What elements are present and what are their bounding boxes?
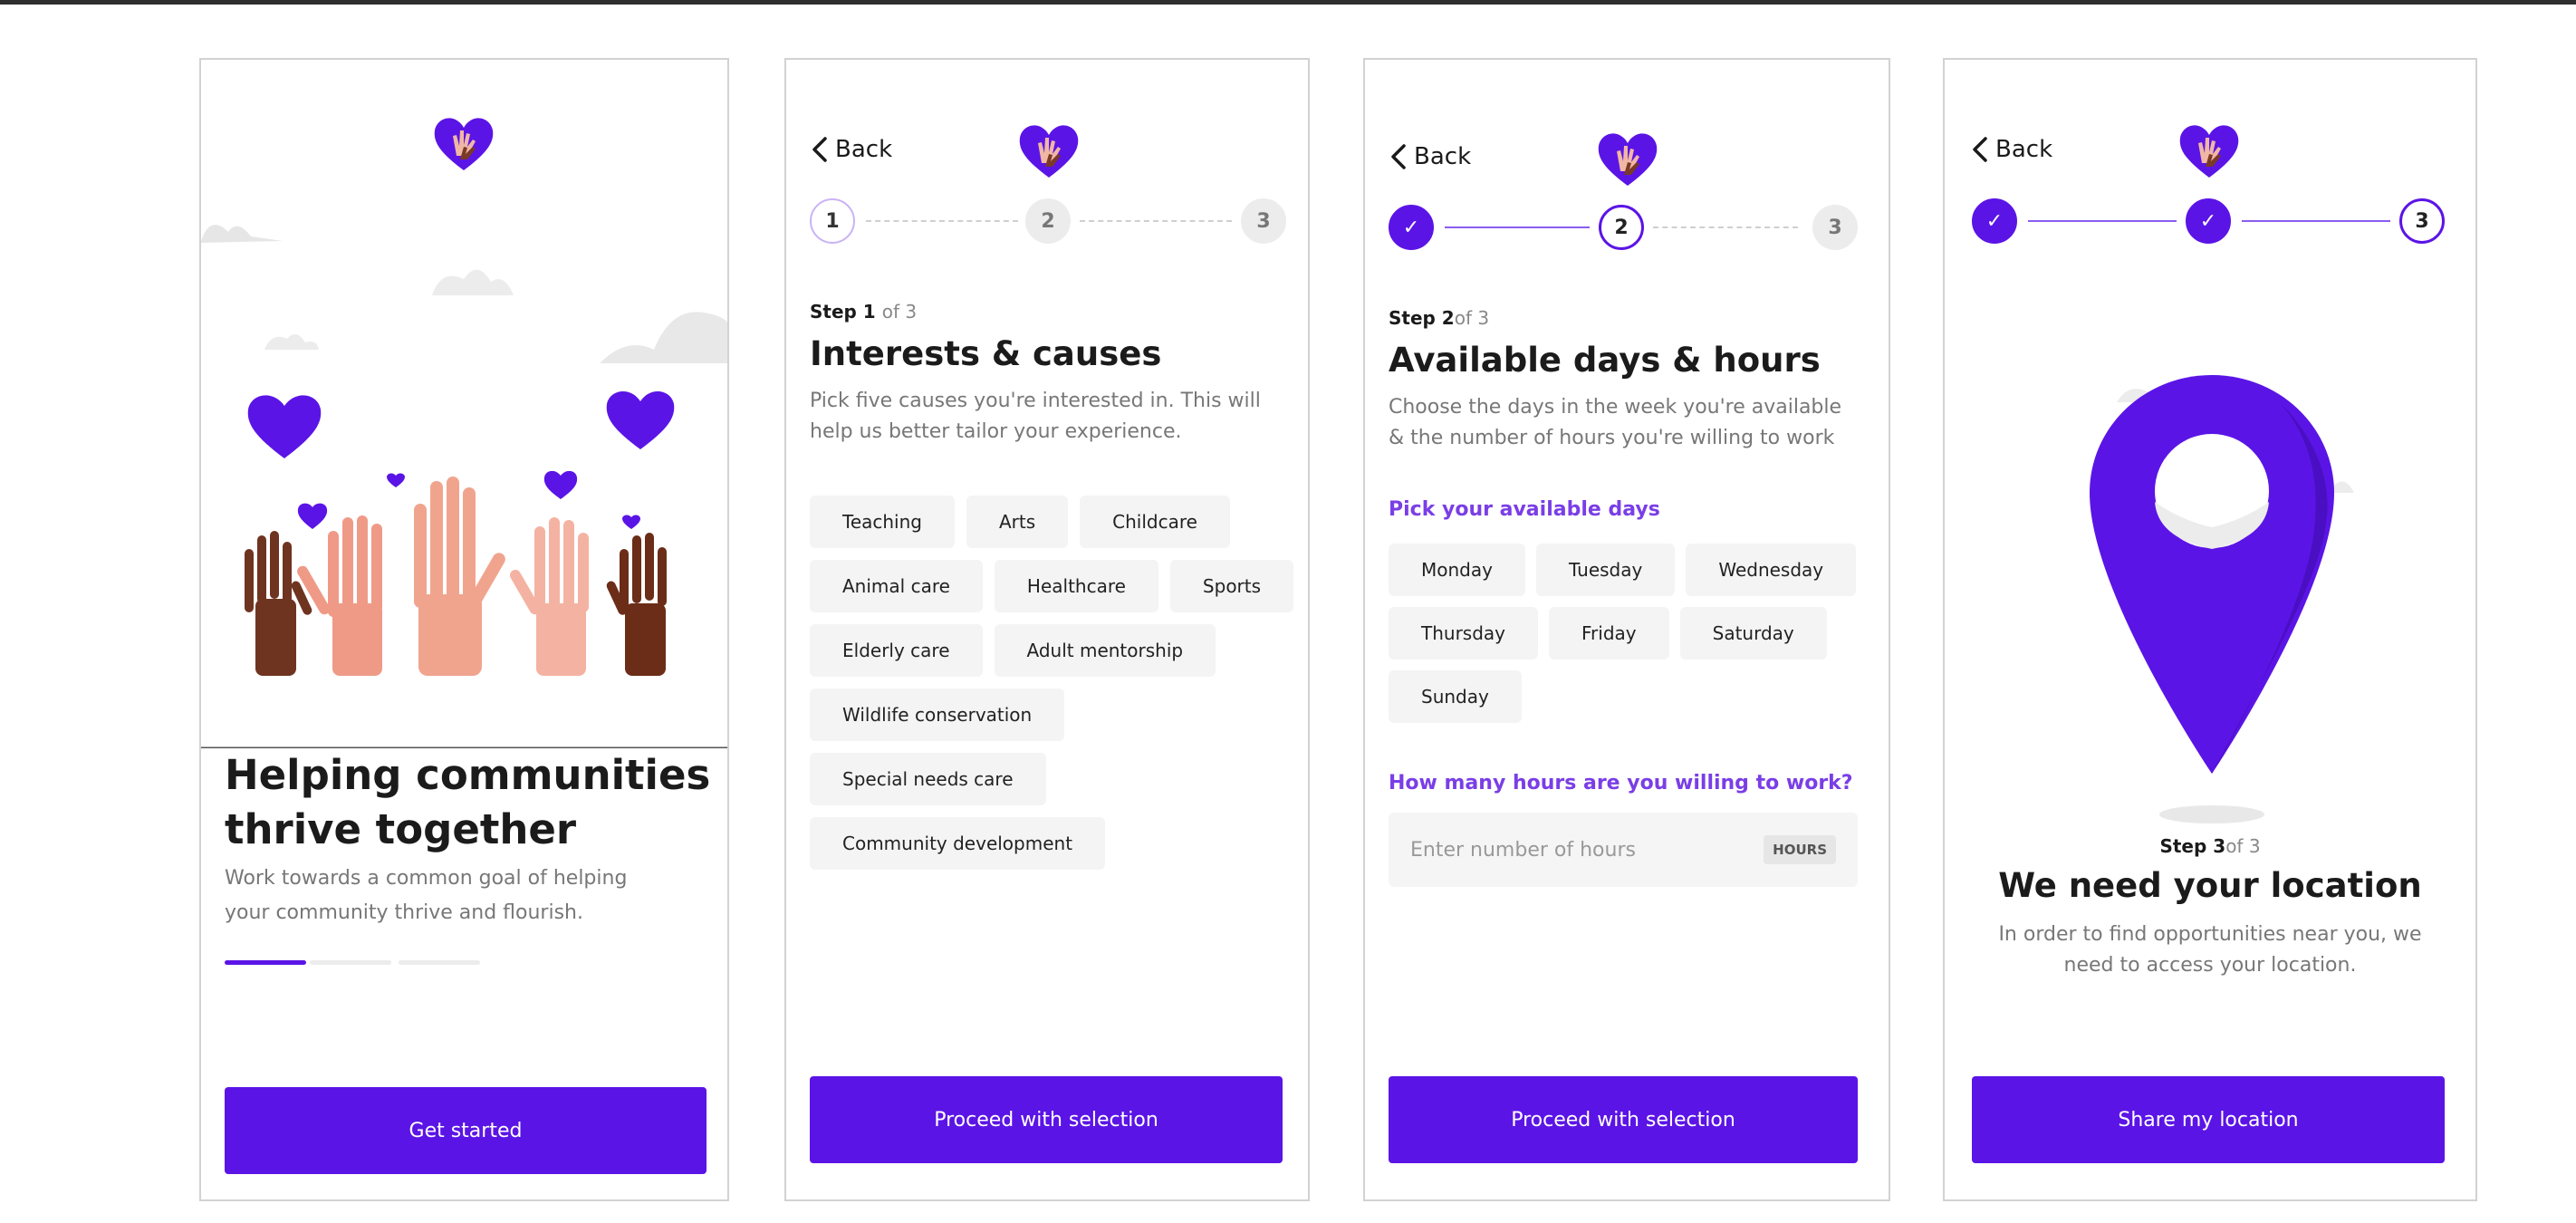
page-title: Available days & hours (1389, 341, 1821, 380)
hours-section-label: How many hours are you willing to work? (1389, 772, 1853, 794)
day-chip-thursday[interactable]: Thursday (1389, 607, 1538, 660)
page-description-line2: need to access your location. (2063, 954, 2357, 977)
page-description-line1: In order to find opportunities near you,… (1998, 923, 2422, 946)
cause-chip-wildlife-conservation[interactable]: Wildlife conservation (810, 689, 1065, 741)
location-pin-illustration (2090, 375, 2354, 823)
step-total: of 3 (1454, 307, 1490, 329)
back-label: Back (1414, 143, 1472, 170)
stepper-connector (1080, 220, 1232, 222)
day-chip-wednesday[interactable]: Wednesday (1686, 544, 1857, 596)
top-window-bar (0, 0, 2576, 5)
stepper-step-3: 3 (1812, 205, 1858, 250)
hands-raised-illustration (201, 225, 727, 748)
welcome-subtitle-line1: Work towards a common goal of helping (225, 867, 628, 890)
cause-chip-arts[interactable]: Arts (966, 496, 1069, 548)
step-total: of 3 (881, 301, 918, 323)
stepper-step-1-complete: ✓ (1972, 198, 2017, 244)
day-chip-monday[interactable]: Monday (1389, 544, 1525, 596)
cause-chip-adult-mentorship[interactable]: Adult mentorship (994, 624, 1216, 677)
back-button[interactable]: Back (810, 136, 892, 163)
proceed-with-selection-button[interactable]: Proceed with selection (1389, 1076, 1858, 1163)
cause-chip-healthcare[interactable]: Healthcare (994, 560, 1158, 612)
stepper-step-2: 2 (1599, 205, 1644, 250)
cause-chip-community-development[interactable]: Community development (810, 817, 1106, 870)
progress-stepper: ✓ 2 3 (1389, 205, 1858, 250)
app-logo-heart-hands-icon (2178, 123, 2240, 183)
stepper-step-3: 3 (1241, 198, 1286, 244)
get-started-button[interactable]: Get started (225, 1087, 706, 1174)
welcome-headline-line2: thrive together (225, 805, 577, 853)
day-chip-sunday[interactable]: Sunday (1389, 670, 1522, 723)
day-chip-saturday[interactable]: Saturday (1679, 607, 1827, 660)
page-title: We need your location (1998, 866, 2422, 905)
onboarding-progress-active (225, 960, 306, 965)
chevron-left-icon (1973, 137, 1987, 162)
page-description-line2: & the number of hours you're willing to … (1389, 427, 1835, 449)
welcome-subtitle-line2: your community thrive and flourish. (225, 901, 583, 924)
stepper-connector-complete (1445, 226, 1590, 228)
onboarding-progress-step (310, 960, 391, 965)
share-my-location-button[interactable]: Share my location (1972, 1076, 2445, 1163)
cause-chip-elderly-care[interactable]: Elderly care (810, 624, 983, 677)
cause-chip-special-needs-care[interactable]: Special needs care (810, 753, 1046, 805)
step-number: Step 1 (810, 301, 876, 323)
progress-stepper: ✓ ✓ 3 (1972, 198, 2445, 244)
interests-causes-screen: Back 1 2 3 Step 1 of 3 Interests & cause… (784, 58, 1310, 1201)
page-description-line1: Choose the days in the week you're avail… (1389, 396, 1842, 419)
chevron-left-icon (1391, 144, 1406, 169)
stepper-step-1-complete: ✓ (1389, 205, 1434, 250)
cause-chip-teaching[interactable]: Teaching (810, 496, 955, 548)
location-permission-screen: Back ✓ ✓ 3 Step 3of 3 We need your locat… (1943, 58, 2477, 1201)
stepper-connector (1653, 226, 1798, 228)
step-number: Step 2 (1389, 307, 1455, 329)
welcome-headline: Helping communities thrive together (225, 748, 714, 857)
chevron-left-icon (812, 137, 827, 162)
hours-input[interactable] (1410, 838, 1764, 862)
step-indicator-text: Step 1 of 3 (810, 301, 917, 323)
page-description-line1: Pick five causes you're interested in. T… (810, 390, 1261, 412)
page-title: Interests & causes (810, 334, 1162, 373)
stepper-step-2: 2 (1025, 198, 1071, 244)
step-indicator-text: Step 3of 3 (1945, 835, 2475, 857)
welcome-headline-line1: Helping communities (225, 751, 711, 799)
stepper-step-1: 1 (810, 198, 855, 244)
day-chip-tuesday[interactable]: Tuesday (1535, 544, 1676, 596)
causes-chip-list: Teaching Arts Childcare Animal care Heal… (810, 496, 1294, 870)
hours-field: HOURS (1389, 813, 1858, 887)
hours-unit-badge: HOURS (1764, 835, 1836, 864)
step-number: Step 3 (2159, 835, 2226, 857)
days-chip-list: Monday Tuesday Wednesday Thursday Friday… (1389, 544, 1860, 723)
back-label: Back (1995, 136, 2053, 163)
back-label: Back (835, 136, 893, 163)
step-indicator-text: Step 2of 3 (1389, 307, 1489, 329)
days-section-label: Pick your available days (1389, 498, 1660, 521)
progress-stepper: 1 2 3 (810, 198, 1288, 244)
stepper-step-3: 3 (2399, 198, 2445, 244)
cause-chip-sports[interactable]: Sports (1169, 560, 1294, 612)
app-logo-heart-hands-icon (1018, 123, 1080, 183)
app-logo-heart-hands-icon (433, 116, 495, 176)
app-logo-heart-hands-icon (1597, 131, 1658, 191)
cause-chip-childcare[interactable]: Childcare (1080, 496, 1230, 548)
onboarding-welcome-screen: Helping communities thrive together Work… (199, 58, 729, 1201)
stepper-step-2-complete: ✓ (2186, 198, 2231, 244)
stepper-connector-complete (2242, 220, 2390, 222)
cause-chip-animal-care[interactable]: Animal care (810, 560, 983, 612)
page-description: Pick five causes you're interested in. T… (810, 386, 1281, 448)
stepper-connector-complete (2028, 220, 2177, 222)
back-button[interactable]: Back (1970, 136, 2052, 163)
onboarding-progress-step (399, 960, 480, 965)
back-button[interactable]: Back (1389, 143, 1471, 170)
proceed-with-selection-button[interactable]: Proceed with selection (810, 1076, 1283, 1163)
step-total: of 3 (2225, 835, 2261, 857)
page-description: In order to find opportunities near you,… (1945, 920, 2475, 981)
page-description-line2: help us better tailor your experience. (810, 420, 1182, 443)
welcome-subtitle: Work towards a common goal of helping yo… (225, 862, 696, 930)
day-chip-friday[interactable]: Friday (1549, 607, 1669, 660)
stepper-connector (866, 220, 1018, 222)
availability-screen: Back ✓ 2 3 Step 2of 3 Available days & h… (1363, 58, 1890, 1201)
page-description: Choose the days in the week you're avail… (1389, 392, 1869, 454)
